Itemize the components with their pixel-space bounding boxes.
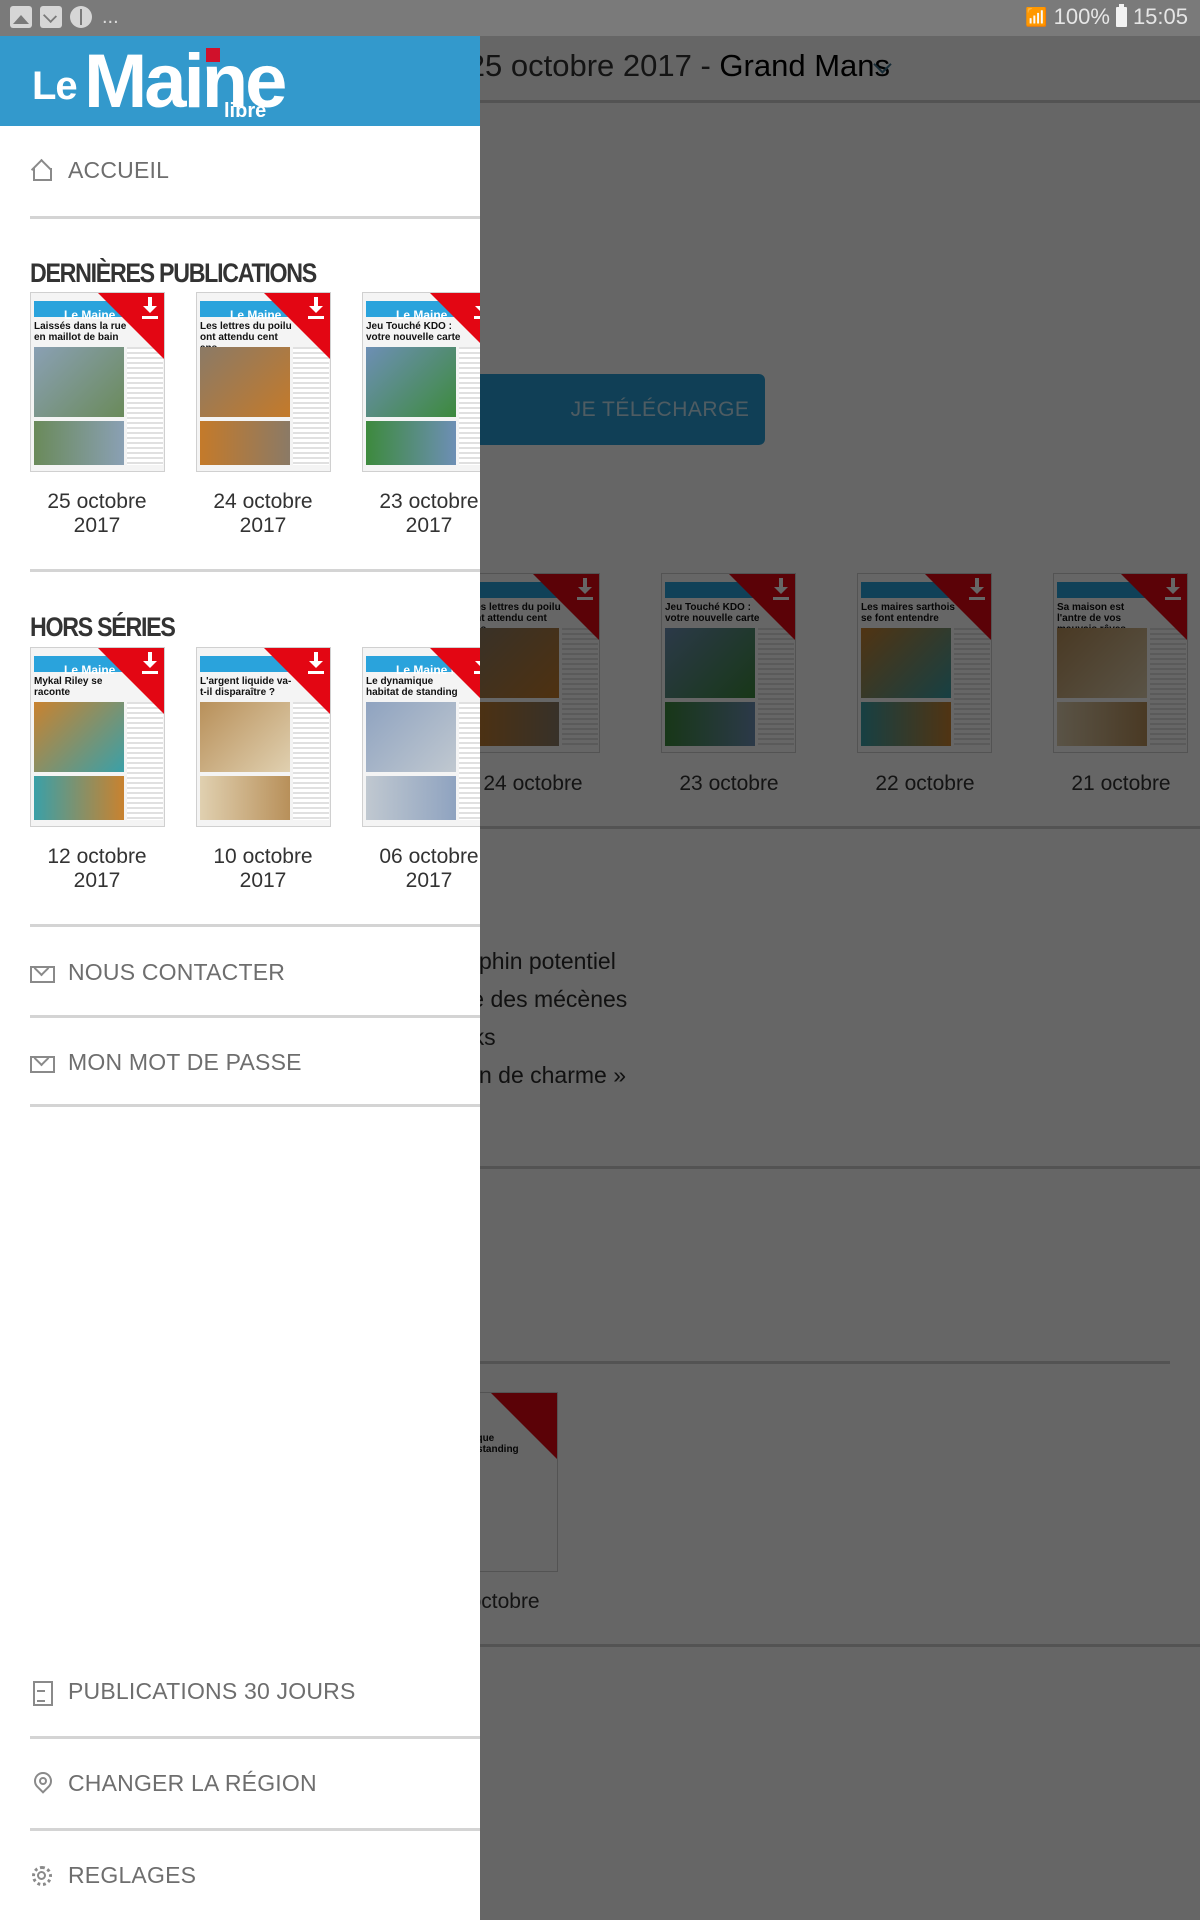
divider: [30, 1015, 480, 1018]
cover-ad: [200, 776, 290, 820]
menu-item-password[interactable]: MON MOT DE PASSE: [30, 1040, 480, 1084]
battery-icon: [1115, 4, 1127, 27]
download-icon[interactable]: [308, 652, 324, 674]
latest-issue-thumbnail[interactable]: Le Maine Les lettres du poilu ont attendu…: [196, 292, 331, 472]
mail-icon: [30, 961, 55, 983]
cover-columns: [459, 347, 480, 465]
cover-ad: [366, 776, 456, 820]
document-icon: [30, 1680, 53, 1706]
cover-ad: [366, 421, 456, 465]
cover-columns: [293, 347, 329, 465]
menu-item-publications-30-days[interactable]: PUBLICATIONS 30 JOURS: [30, 1669, 480, 1713]
latest-issue-date[interactable]: 24 octobre 2017: [188, 490, 338, 538]
special-issue-date[interactable]: 12 octobre 2017: [22, 845, 172, 893]
gear-icon: [30, 1864, 52, 1886]
download-icon[interactable]: [308, 297, 324, 319]
download-icon[interactable]: [474, 297, 480, 319]
latest-issue-thumbnail[interactable]: Le Maine Laissés dans la rue en maillot d…: [30, 292, 165, 472]
divider: [30, 1736, 480, 1739]
drawer-header: Le Maine libre: [0, 36, 480, 126]
download-corner: [430, 293, 480, 359]
status-bar: ... 📶 100% 15:05: [0, 0, 1200, 36]
cover-columns: [459, 702, 480, 820]
menu-item-contact[interactable]: NOUS CONTACTER: [30, 950, 480, 994]
cover-ad: [34, 421, 124, 465]
divider: [30, 924, 480, 927]
download-icon[interactable]: [474, 652, 480, 674]
more-notifications-indicator: ...: [102, 6, 119, 28]
divider: [30, 216, 480, 219]
divider: [30, 1104, 480, 1107]
cover-columns: [127, 702, 163, 820]
download-icon[interactable]: [142, 297, 158, 319]
latest-issue-date[interactable]: 23 octobre 2017: [354, 490, 480, 538]
latest-issue-thumbnail[interactable]: Le Maine Jeu Touché KDO : votre nouvelle …: [362, 292, 480, 472]
divider: [30, 1828, 480, 1831]
app-screen: ... 📶 100% 15:05 25 octobre 2017 - Grand…: [0, 0, 1200, 1920]
latest-issue-date[interactable]: 25 octobre 2017: [22, 490, 172, 538]
menu-item-change-region[interactable]: CHANGER LA RÉGION: [30, 1761, 480, 1805]
special-issue-thumbnail[interactable]: Le Maine PLUS Le dynamique habitat de sta…: [362, 647, 480, 827]
mail-notification-icon: [40, 6, 62, 28]
special-issue-date[interactable]: 10 octobre 2017: [188, 845, 338, 893]
divider: [30, 569, 480, 572]
le-maine-libre-logo: Le Maine libre: [32, 39, 287, 124]
cover-ad: [200, 421, 290, 465]
download-corner: [430, 648, 480, 714]
cover-ad: [34, 776, 124, 820]
special-issue-thumbnail[interactable]: Le Maine Mykal Riley se raconte: [30, 647, 165, 827]
special-issue-date[interactable]: 06 octobre 2017: [354, 845, 480, 893]
menu-item-home[interactable]: ACCUEIL: [30, 148, 480, 192]
location-pin-icon: [30, 1772, 52, 1794]
special-issue-thumbnail[interactable]: L'argent liquide va-t-il disparaître ?: [196, 647, 331, 827]
cover-columns: [293, 702, 329, 820]
wifi-icon: 📶: [1025, 6, 1048, 27]
image-notification-icon: [10, 6, 32, 28]
mail-icon: [30, 1051, 55, 1073]
download-icon[interactable]: [142, 652, 158, 674]
battery-percent: 100%: [1053, 4, 1110, 29]
special-issues-heading: HORS SÉRIES: [30, 612, 176, 642]
navigation-drawer: Le Maine libre ACCUEIL DERNIÈRES PUBLICA…: [0, 36, 480, 1920]
cover-columns: [127, 347, 163, 465]
sync-notification-icon: [70, 6, 92, 28]
latest-publications-heading: DERNIÈRES PUBLICATIONS: [30, 258, 317, 288]
menu-item-settings[interactable]: REGLAGES: [30, 1853, 480, 1897]
logo-red-square: [206, 48, 220, 62]
home-icon: [30, 159, 52, 181]
clock: 15:05: [1132, 4, 1188, 29]
